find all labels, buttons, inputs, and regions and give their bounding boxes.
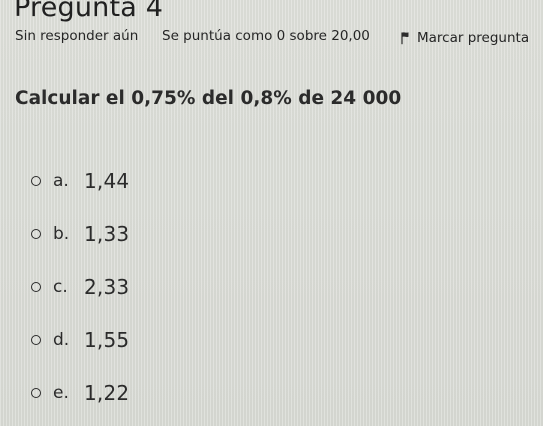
radio-button-a[interactable]	[31, 176, 41, 186]
answer-value-a: 1,44	[84, 169, 130, 193]
answer-letter-a: a.	[53, 171, 69, 191]
answer-option-c[interactable]: c. 2,33	[31, 273, 129, 301]
question-info-row: Sin responder aún Se puntúa como 0 sobre…	[15, 28, 540, 50]
answer-letter-b: b.	[53, 224, 70, 244]
answer-letter-d: d.	[53, 330, 70, 350]
answer-option-a[interactable]: a. 1,44	[31, 167, 129, 195]
answer-option-d[interactable]: d. 1,55	[31, 326, 129, 354]
answer-options: a. 1,44 b. 1,33 c. 2,33 d. 1,55 e. 1,22	[31, 165, 291, 410]
flag-icon	[401, 32, 409, 45]
question-title: Pregunta 4	[14, 0, 164, 23]
flag-question-button[interactable]: Marcar pregunta	[400, 28, 529, 48]
answer-value-b: 1,33	[84, 222, 130, 246]
question-status: Sin responder aún	[15, 28, 139, 44]
answer-letter-c: c.	[53, 277, 68, 297]
question-score: Se puntúa como 0 sobre 20,00	[162, 28, 370, 44]
answer-value-c: 2,33	[84, 275, 130, 299]
answer-option-e[interactable]: e. 1,22	[31, 379, 129, 407]
answer-letter-e: e.	[53, 383, 69, 403]
radio-button-b[interactable]	[31, 229, 41, 239]
question-text: Calcular el 0,75% del 0,8% de 24 000	[15, 88, 402, 109]
answer-value-d: 1,55	[84, 328, 130, 352]
radio-button-c[interactable]	[31, 282, 41, 292]
flag-question-label: Marcar pregunta	[417, 30, 530, 46]
answer-option-b[interactable]: b. 1,33	[31, 220, 129, 248]
answer-value-e: 1,22	[84, 381, 130, 405]
radio-button-d[interactable]	[31, 335, 41, 345]
radio-button-e[interactable]	[31, 388, 41, 398]
